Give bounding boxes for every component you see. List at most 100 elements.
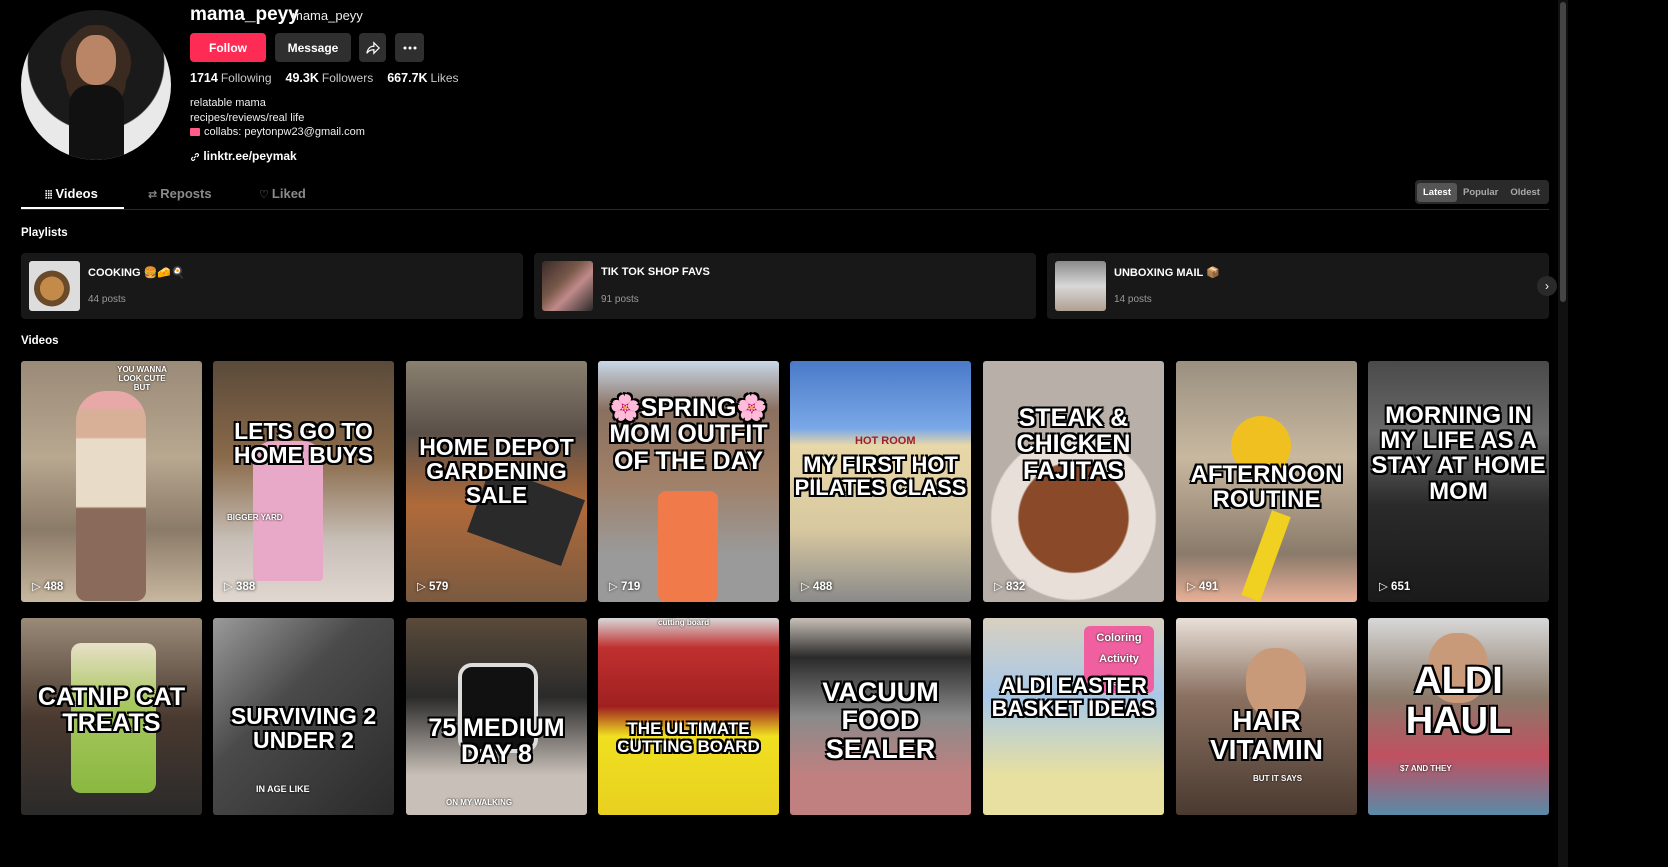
playlist-next-button[interactable]: › bbox=[1537, 276, 1557, 296]
profile-stats: 1714 Following 49.3K Followers 667.7K Likes bbox=[190, 71, 459, 85]
link-icon bbox=[191, 152, 199, 161]
video-views: ▷ 488 bbox=[801, 581, 833, 593]
follow-button[interactable]: Follow bbox=[190, 33, 266, 62]
playlist-thumbnail bbox=[1055, 261, 1106, 311]
bio-line: relatable mama bbox=[190, 97, 266, 109]
video-caption: CATNIP CAT TREATS bbox=[37, 683, 186, 738]
video-caption: HAIR VITAMIN bbox=[1209, 705, 1324, 766]
repost-icon: ⇄ bbox=[148, 189, 161, 201]
scrollbar-thumb[interactable] bbox=[1560, 2, 1566, 302]
video-card[interactable]: 75 MEDIUM DAY 8 ON MY WALKING bbox=[406, 618, 587, 815]
bio-line: recipes/reviews/real life bbox=[190, 111, 305, 124]
playlist-title: UNBOXING MAIL 📦 bbox=[1114, 267, 1220, 279]
sort-oldest[interactable]: Oldest bbox=[1504, 183, 1546, 202]
play-icon: ▷ bbox=[801, 581, 814, 593]
video-views: ▷ 488 bbox=[32, 581, 64, 593]
video-overlay-text: BUT IT SAYS bbox=[1253, 774, 1303, 783]
video-overlay-text: ON MY WALKING bbox=[446, 798, 513, 807]
playlist-thumbnail bbox=[542, 261, 593, 311]
video-card[interactable]: HOME DEPOT GARDENING SALE ▷ 579 bbox=[406, 361, 587, 602]
message-button[interactable]: Message bbox=[275, 33, 351, 62]
play-icon: ▷ bbox=[994, 581, 1007, 593]
video-card[interactable]: ALDI HAUL $7 AND THEY bbox=[1368, 618, 1549, 815]
video-caption: 🌸SPRING🌸 MOM OUTFIT OF THE DAY bbox=[609, 394, 768, 475]
play-icon: ▷ bbox=[609, 581, 622, 593]
playlist-card[interactable]: UNBOXING MAIL 📦 14 posts bbox=[1047, 253, 1549, 319]
video-overlay-text: HOT ROOM bbox=[855, 435, 916, 447]
video-card[interactable]: STEAK & CHICKEN FAJITAS ▷ 832 bbox=[983, 361, 1164, 602]
video-views: ▷ 388 bbox=[224, 581, 256, 593]
video-card[interactable]: HAIR VITAMIN BUT IT SAYS bbox=[1176, 618, 1357, 815]
playlist-card[interactable]: COOKING 🍔🧀🍳 44 posts bbox=[21, 253, 523, 319]
profile-username: mama_peyy bbox=[190, 4, 299, 25]
profile-bio: relatable mama recipes/reviews/real life… bbox=[190, 96, 365, 140]
video-overlay-text: BIGGER YARD bbox=[227, 513, 283, 522]
video-card[interactable]: 🌸SPRING🌸 MOM OUTFIT OF THE DAY ▷ 719 bbox=[598, 361, 779, 602]
video-views: ▷ 832 bbox=[994, 581, 1026, 593]
tab-liked[interactable]: ♡ Liked bbox=[259, 186, 306, 201]
tab-reposts[interactable]: ⇄ Reposts bbox=[148, 186, 212, 201]
playlist-count: 44 posts bbox=[88, 294, 126, 305]
sort-popular[interactable]: Popular bbox=[1457, 183, 1504, 202]
playlist-thumbnail bbox=[29, 261, 80, 311]
video-card[interactable]: Coloring Activity Eggs ALDI EASTER BASKE… bbox=[983, 618, 1164, 815]
playlists-heading: Playlists bbox=[21, 227, 68, 239]
more-button[interactable] bbox=[395, 33, 424, 62]
play-icon: ▷ bbox=[417, 581, 430, 593]
video-caption: AFTERNOON ROUTINE bbox=[1190, 461, 1343, 514]
video-card[interactable]: CATNIP CAT TREATS bbox=[21, 618, 202, 815]
heart-icon: ♡ bbox=[259, 189, 272, 201]
video-overlay-text: YOU WANNA LOOK CUTE BUT bbox=[117, 365, 167, 392]
video-views: ▷ 579 bbox=[417, 581, 449, 593]
sort-latest[interactable]: Latest bbox=[1417, 182, 1457, 202]
video-caption: LETS GO TO HOME BUYS bbox=[233, 418, 374, 469]
playlist-count: 14 posts bbox=[1114, 294, 1152, 305]
video-card[interactable]: YOU WANNA LOOK CUTE BUT ▷ 488 bbox=[21, 361, 202, 602]
more-icon bbox=[403, 46, 416, 49]
profile-nickname: mama_peyy bbox=[292, 8, 363, 23]
video-card[interactable]: VACUUM FOOD SEALER bbox=[790, 618, 971, 815]
video-card[interactable]: cutting board THE ULTIMATE CUTTING BOARD bbox=[598, 618, 779, 815]
likes-stat: 667.7K Likes bbox=[387, 71, 459, 85]
video-overlay-text: cutting board bbox=[658, 618, 710, 627]
profile-avatar[interactable] bbox=[21, 10, 171, 160]
video-caption: THE ULTIMATE CUTTING BOARD bbox=[617, 719, 760, 756]
video-card[interactable]: MORNING IN MY LIFE AS A STAY AT HOME MOM… bbox=[1368, 361, 1549, 602]
play-icon: ▷ bbox=[224, 581, 237, 593]
grid-icon: ⦙⦙⦙ bbox=[45, 189, 56, 201]
playlist-title: COOKING 🍔🧀🍳 bbox=[88, 267, 185, 279]
share-icon bbox=[365, 40, 380, 55]
sort-toggle: Latest Popular Oldest bbox=[1415, 180, 1549, 204]
profile-tabs bbox=[21, 180, 1549, 210]
play-icon: ▷ bbox=[32, 581, 45, 593]
tab-active-indicator bbox=[21, 207, 124, 209]
video-caption: SURVIVING 2 UNDER 2 bbox=[230, 703, 377, 754]
videos-heading: Videos bbox=[21, 335, 59, 347]
share-button[interactable] bbox=[359, 33, 386, 62]
playlist-title: TIK TOK SHOP FAVS bbox=[601, 266, 710, 278]
bio-line: collabs: peytonpw23@gmail.com bbox=[190, 125, 365, 140]
video-caption: MORNING IN MY LIFE AS A STAY AT HOME MOM bbox=[1371, 402, 1546, 505]
video-card[interactable]: AFTERNOON ROUTINE ▷ 491 bbox=[1176, 361, 1357, 602]
video-views: ▷ 719 bbox=[609, 581, 641, 593]
video-card[interactable]: LETS GO TO HOME BUYS BIGGER YARD ▷ 388 bbox=[213, 361, 394, 602]
video-caption: VACUUM FOOD SEALER bbox=[822, 677, 939, 764]
following-stat[interactable]: 1714 Following bbox=[190, 71, 272, 85]
video-caption: HOME DEPOT GARDENING SALE bbox=[419, 434, 574, 509]
playlist-card[interactable]: TIK TOK SHOP FAVS 91 posts bbox=[534, 253, 1036, 319]
mail-icon bbox=[190, 128, 200, 137]
play-icon: ▷ bbox=[1187, 581, 1200, 593]
video-views: ▷ 651 bbox=[1379, 581, 1411, 593]
tab-videos[interactable]: ⦙⦙⦙ Videos bbox=[45, 186, 98, 202]
profile-link[interactable]: linktr.ee/peymak bbox=[190, 149, 297, 163]
playlist-count: 91 posts bbox=[601, 294, 639, 305]
video-card[interactable]: SURVIVING 2 UNDER 2 IN AGE LIKE bbox=[213, 618, 394, 815]
video-overlay-text: IN AGE LIKE bbox=[256, 784, 310, 794]
video-overlay-text: $7 AND THEY bbox=[1400, 764, 1452, 773]
play-icon: ▷ bbox=[1379, 581, 1392, 593]
followers-stat[interactable]: 49.3K Followers bbox=[286, 71, 374, 85]
video-views: ▷ 491 bbox=[1187, 581, 1219, 593]
video-card[interactable]: HOT ROOM MY FIRST HOT PILATES CLASS ▷ 48… bbox=[790, 361, 971, 602]
video-caption: 75 MEDIUM DAY 8 bbox=[428, 714, 565, 769]
chevron-right-icon: › bbox=[1545, 279, 1549, 293]
